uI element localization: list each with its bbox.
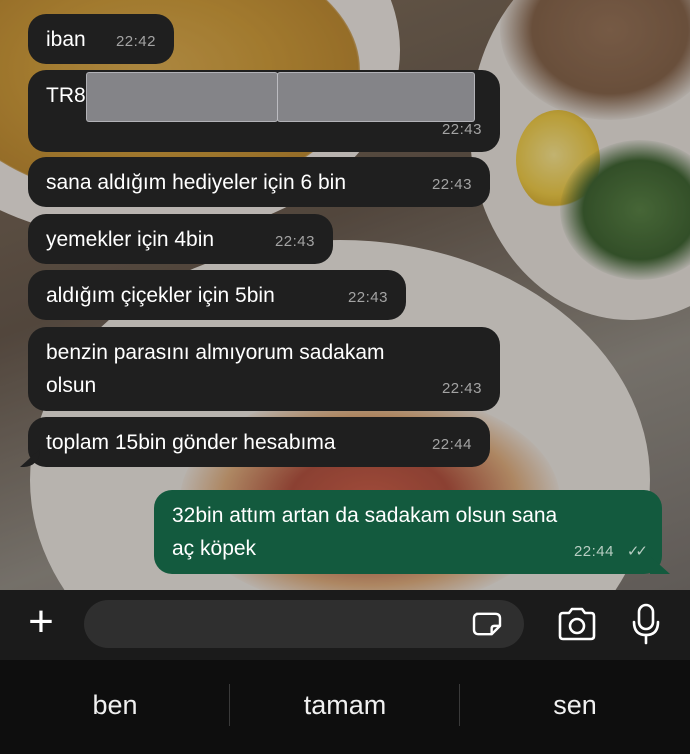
message-composer-bar: + (0, 590, 690, 660)
read-receipt-icon: ✓✓ (626, 543, 648, 560)
message-time: 22:42 (115, 33, 156, 50)
message-text: TR8 (46, 84, 86, 107)
plus-icon[interactable]: + (20, 600, 62, 644)
message-text: iban (46, 28, 86, 51)
redaction-box (86, 72, 278, 122)
message-bubble-incoming[interactable]: yemekler için 4bin 22:43 (28, 214, 333, 264)
message-time: 22:44 (431, 436, 472, 453)
message-text: olsun (46, 374, 97, 397)
suggestion-ben[interactable]: ben (0, 690, 230, 721)
message-text: 32bin attım artan da sadakam olsun sana (172, 504, 558, 527)
suggestion-sen[interactable]: sen (460, 690, 690, 721)
message-time: 22:43 (274, 233, 315, 250)
message-text: yemekler için 4bin (46, 228, 215, 251)
message-time: 22:43 (347, 289, 388, 306)
message-text: aldığım çiçekler için 5bin (46, 284, 275, 307)
camera-icon[interactable] (556, 606, 598, 642)
message-time: 22:43 (441, 380, 482, 397)
sticker-icon[interactable] (470, 611, 504, 637)
message-bubble-incoming[interactable]: sana aldığım hediyeler için 6 bin 22:43 (28, 157, 490, 207)
keyboard-suggestion-bar: ben tamam sen (0, 660, 690, 754)
message-bubble-outgoing[interactable]: 32bin attım artan da sadakam olsun sana … (154, 490, 670, 574)
redaction-box (277, 72, 475, 122)
message-bubble-incoming[interactable]: benzin parasını almıyorum sadakam olsun … (28, 327, 500, 411)
message-bubble-incoming[interactable]: toplam 15bin gönder hesabıma 22:44 (20, 417, 490, 467)
message-text: sana aldığım hediyeler için 6 bin (46, 171, 347, 194)
message-text: benzin parasını almıyorum sadakam (46, 341, 385, 364)
message-bubble-incoming[interactable]: aldığım çiçekler için 5bin 22:43 (28, 270, 406, 320)
message-time: 22:44 (573, 543, 614, 560)
suggestion-tamam[interactable]: tamam (230, 690, 460, 721)
microphone-icon[interactable] (630, 602, 662, 646)
message-text: toplam 15bin gönder hesabıma (46, 431, 336, 454)
message-input[interactable] (84, 600, 524, 648)
message-bubble-incoming[interactable]: iban 22:42 (28, 14, 174, 64)
message-time: 22:43 (431, 176, 472, 193)
